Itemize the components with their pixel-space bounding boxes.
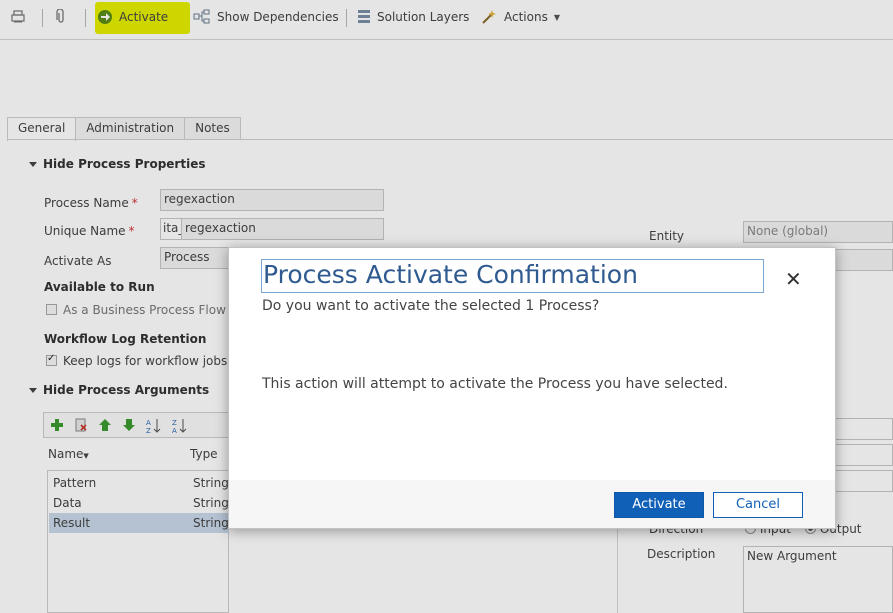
dialog-title: Process Activate Confirmation [261,259,764,293]
close-icon[interactable]: ✕ [785,269,802,289]
dialog-cancel-button[interactable]: Cancel [713,492,803,518]
dialog-message: This action will attempt to activate the… [262,376,728,392]
activate-confirmation-dialog: Process Activate Confirmation ✕ Do you w… [228,247,836,529]
dialog-activate-button[interactable]: Activate [614,492,704,518]
dialog-subtitle: Do you want to activate the selected 1 P… [262,298,600,314]
